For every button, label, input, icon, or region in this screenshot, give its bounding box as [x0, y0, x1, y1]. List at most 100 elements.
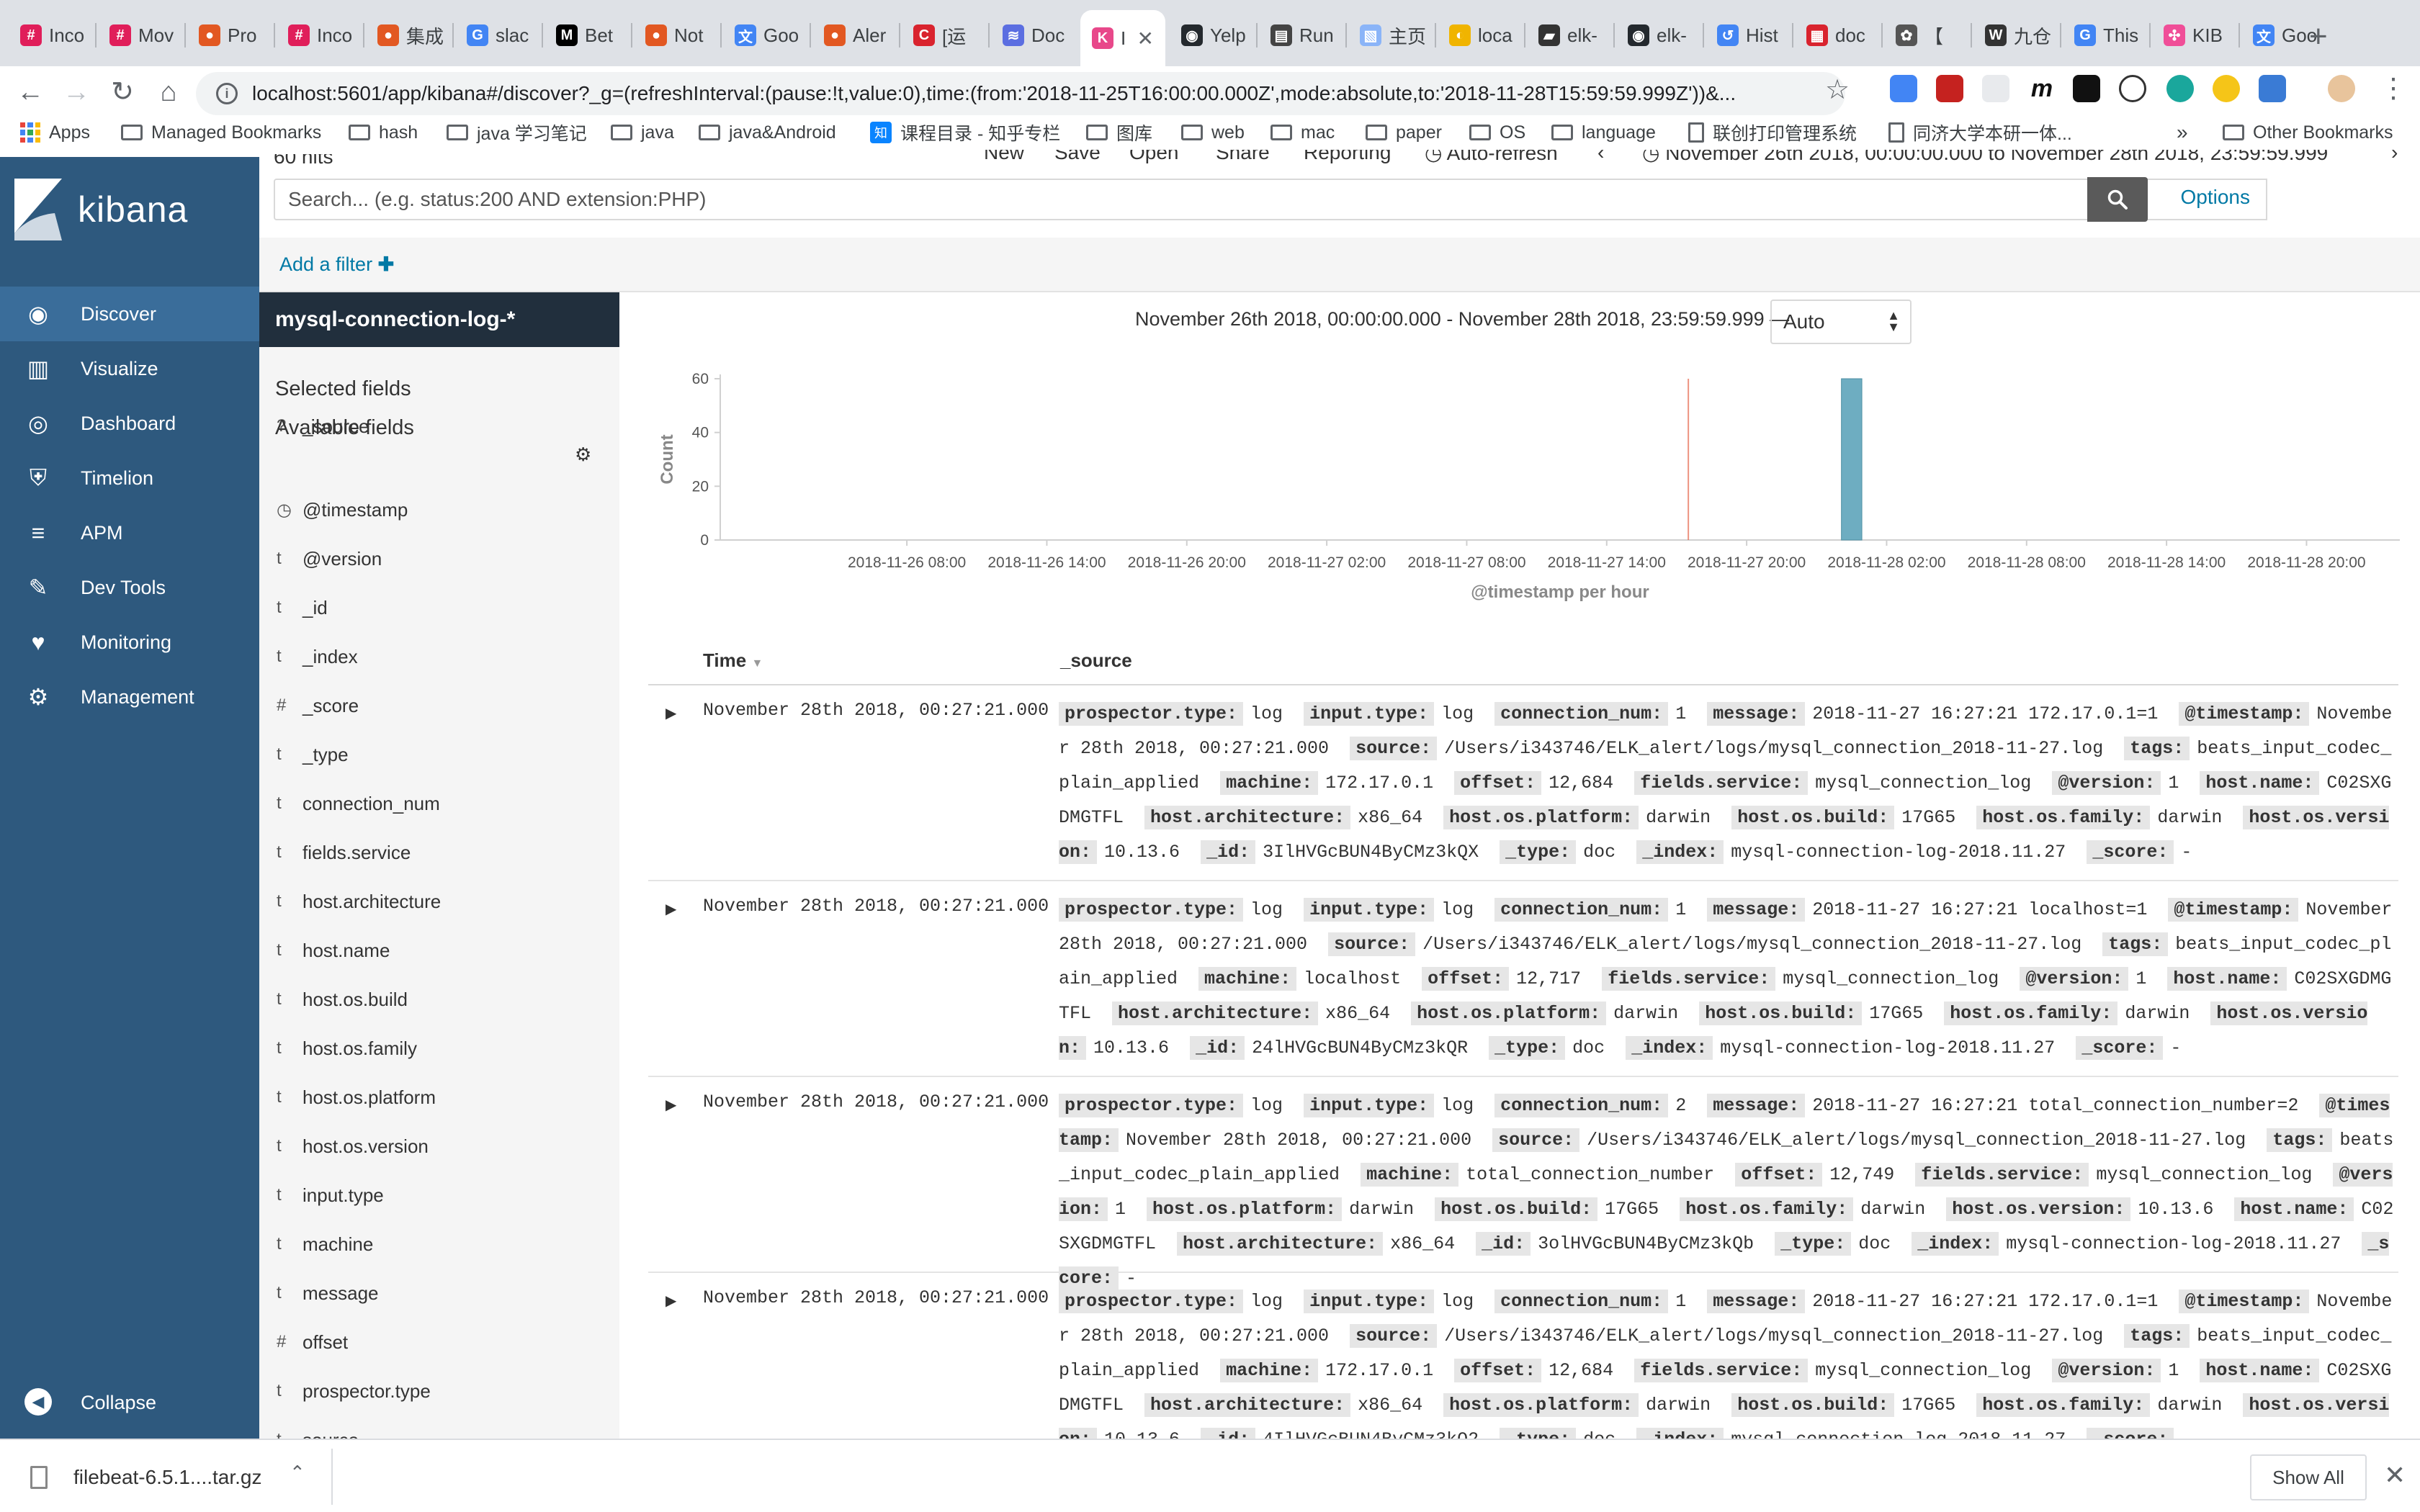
bookmark-item[interactable]: 同济大学本研一体...	[1888, 120, 2072, 145]
browser-tab[interactable]: ▦ doc	[1795, 13, 1880, 58]
available-field-item[interactable]: t message	[275, 1279, 606, 1308]
browser-tab[interactable]: G This	[2063, 13, 2148, 58]
browser-tab[interactable]: ◉ elk-	[1616, 13, 1701, 58]
collapse-button[interactable]: ◀ Collapse	[0, 1375, 259, 1430]
bookmark-item[interactable]: java 学习笔记	[447, 120, 587, 145]
bookmark-item[interactable]: OS	[1469, 120, 1525, 145]
browser-tab[interactable]: C [运	[902, 13, 987, 58]
nav-item-management[interactable]: ⚙ Management	[0, 670, 259, 724]
bookmark-item[interactable]: 知课程目录 - 知乎专栏	[870, 120, 1060, 145]
available-field-item[interactable]: t host.os.version	[275, 1132, 606, 1161]
index-pattern-selector[interactable]: mysql-connection-log-*	[259, 292, 619, 347]
browser-tab[interactable]: ◉ Yelp	[1170, 13, 1255, 58]
expand-row-icon[interactable]: ▶	[666, 900, 676, 918]
momentum-extension-icon[interactable]: m	[2028, 75, 2056, 102]
table-row[interactable]: ▶ November 28th 2018, 00:27:21.000 prospec…	[648, 685, 2398, 881]
bookmark-item[interactable]: mac	[1270, 120, 1335, 145]
extension-icon[interactable]	[2259, 75, 2286, 102]
available-field-item[interactable]: t _id	[275, 593, 606, 622]
forward-icon[interactable]: →	[56, 72, 97, 112]
browser-tab[interactable]: 文 Goo	[723, 13, 808, 58]
browser-tab[interactable]: Gslac	[455, 13, 540, 58]
expand-row-icon[interactable]: ▶	[666, 704, 676, 722]
gear-icon[interactable]: ⚙	[575, 444, 591, 466]
available-field-item[interactable]: t _type	[275, 740, 606, 769]
cat-extension-icon[interactable]	[2119, 75, 2146, 102]
available-field-item[interactable]: t host.os.family	[275, 1034, 606, 1063]
browser-tab[interactable]: ≋ Doc	[991, 13, 1076, 58]
available-field-item[interactable]: t prospector.type	[275, 1377, 606, 1405]
nav-item-visualize[interactable]: ▥ Visualize	[0, 341, 259, 396]
expand-row-icon[interactable]: ▶	[666, 1292, 676, 1310]
interval-select[interactable]: Auto ▲ ▼	[1770, 300, 1912, 344]
available-field-item[interactable]: # offset	[275, 1328, 606, 1356]
search-input[interactable]: Search... (e.g. status:200 AND extension…	[274, 179, 2267, 220]
browser-tab[interactable]: ↺ Hist	[1706, 13, 1791, 58]
bookmark-item[interactable]: java	[611, 120, 674, 145]
available-field-item[interactable]: t host.os.platform	[275, 1083, 606, 1112]
available-field-item[interactable]: # _score	[275, 691, 606, 720]
kibana-logo[interactable]: kibana	[14, 179, 188, 240]
bookmarks-overflow-icon[interactable]: »	[2177, 120, 2188, 145]
sort-desc-icon[interactable]: ▼	[751, 657, 763, 670]
browser-tab[interactable]: # Mov	[98, 13, 183, 58]
available-field-item[interactable]: t connection_num	[275, 789, 606, 818]
browser-tab-active[interactable]: K I ✕	[1080, 10, 1165, 66]
bookmark-item[interactable]: hash	[349, 120, 418, 145]
browser-tab[interactable]: ▰ elk-	[1527, 13, 1612, 58]
pdf-extension-icon[interactable]	[1936, 75, 1963, 102]
nav-item-monitoring[interactable]: ♥ Monitoring	[0, 615, 259, 670]
available-field-item[interactable]: ◷ @timestamp	[275, 495, 606, 524]
nav-item-dashboard[interactable]: ◎ Dashboard	[0, 396, 259, 451]
bookmark-item[interactable]: Managed Bookmarks	[121, 120, 321, 145]
available-field-item[interactable]: t fields.service	[275, 838, 606, 867]
available-field-item[interactable]: t @version	[275, 544, 606, 573]
back-icon[interactable]: ←	[10, 72, 50, 112]
download-item[interactable]: filebeat-6.5.1....tar.gz	[30, 1466, 262, 1489]
time-column-header[interactable]: Time ▼	[703, 649, 763, 672]
search-button[interactable]	[2087, 177, 2148, 222]
available-field-item[interactable]: t host.name	[275, 936, 606, 965]
nav-item-timelion[interactable]: ⛨ Timelion	[0, 451, 259, 505]
extension-icon[interactable]	[2073, 75, 2100, 102]
extension-icon[interactable]	[2166, 75, 2194, 102]
bookmark-star-icon[interactable]: ☆	[1825, 73, 1850, 106]
chevron-up-icon[interactable]: ⌃	[290, 1462, 305, 1484]
available-field-item[interactable]: t input.type	[275, 1181, 606, 1210]
close-tab-icon[interactable]: ✕	[1137, 27, 1154, 50]
nav-item-dev-tools[interactable]: ✎ Dev Tools	[0, 560, 259, 615]
close-icon[interactable]: ✕	[2384, 1460, 2406, 1490]
browser-tab[interactable]: ▤ Run	[1259, 13, 1344, 58]
bookmark-item[interactable]: language	[1551, 120, 1656, 145]
bookmark-item[interactable]: 联创打印管理系统	[1688, 120, 1857, 145]
nav-item-discover[interactable]: ◉ Discover	[0, 287, 259, 341]
bookmark-item[interactable]: Apps	[20, 120, 90, 145]
browser-tab[interactable]: # Inco	[277, 13, 362, 58]
available-field-item[interactable]: t _index	[275, 642, 606, 671]
browser-tab[interactable]: ● 集成	[366, 13, 451, 58]
extension-icon[interactable]	[1982, 75, 2009, 102]
browser-tab[interactable]: ● Not	[634, 13, 719, 58]
expand-row-icon[interactable]: ▶	[666, 1096, 676, 1114]
options-link[interactable]: Options	[2181, 186, 2251, 209]
reload-icon[interactable]: ↻	[102, 72, 143, 112]
new-tab-button[interactable]: +	[2309, 19, 2328, 55]
available-field-item[interactable]: t host.architecture	[275, 887, 606, 916]
browser-tab[interactable]: ✣ KIB	[2152, 13, 2237, 58]
available-field-item[interactable]: t machine	[275, 1230, 606, 1259]
translate-extension-icon[interactable]	[1890, 75, 1917, 102]
bookmark-item[interactable]: web	[1181, 120, 1245, 145]
browser-menu-icon[interactable]: ⋮	[2380, 72, 2407, 104]
browser-tab[interactable]: ✿ 【	[1884, 13, 1969, 58]
browser-tab[interactable]: ▧ 主页	[1348, 13, 1433, 58]
browser-tab[interactable]: W 九仓	[1973, 13, 2058, 58]
browser-tab[interactable]: ● Aler	[812, 13, 897, 58]
bookmark-item[interactable]: 图库	[1086, 120, 1152, 145]
other-bookmarks[interactable]: Other Bookmarks	[2223, 120, 2393, 145]
available-field-item[interactable]: t host.os.build	[275, 985, 606, 1014]
nav-item-apm[interactable]: ≡ APM	[0, 505, 259, 560]
home-icon[interactable]: ⌂	[148, 72, 189, 112]
site-info-icon[interactable]: i	[216, 83, 238, 104]
browser-tab[interactable]: M Bet	[544, 13, 629, 58]
show-all-button[interactable]: Show All	[2250, 1454, 2367, 1500]
